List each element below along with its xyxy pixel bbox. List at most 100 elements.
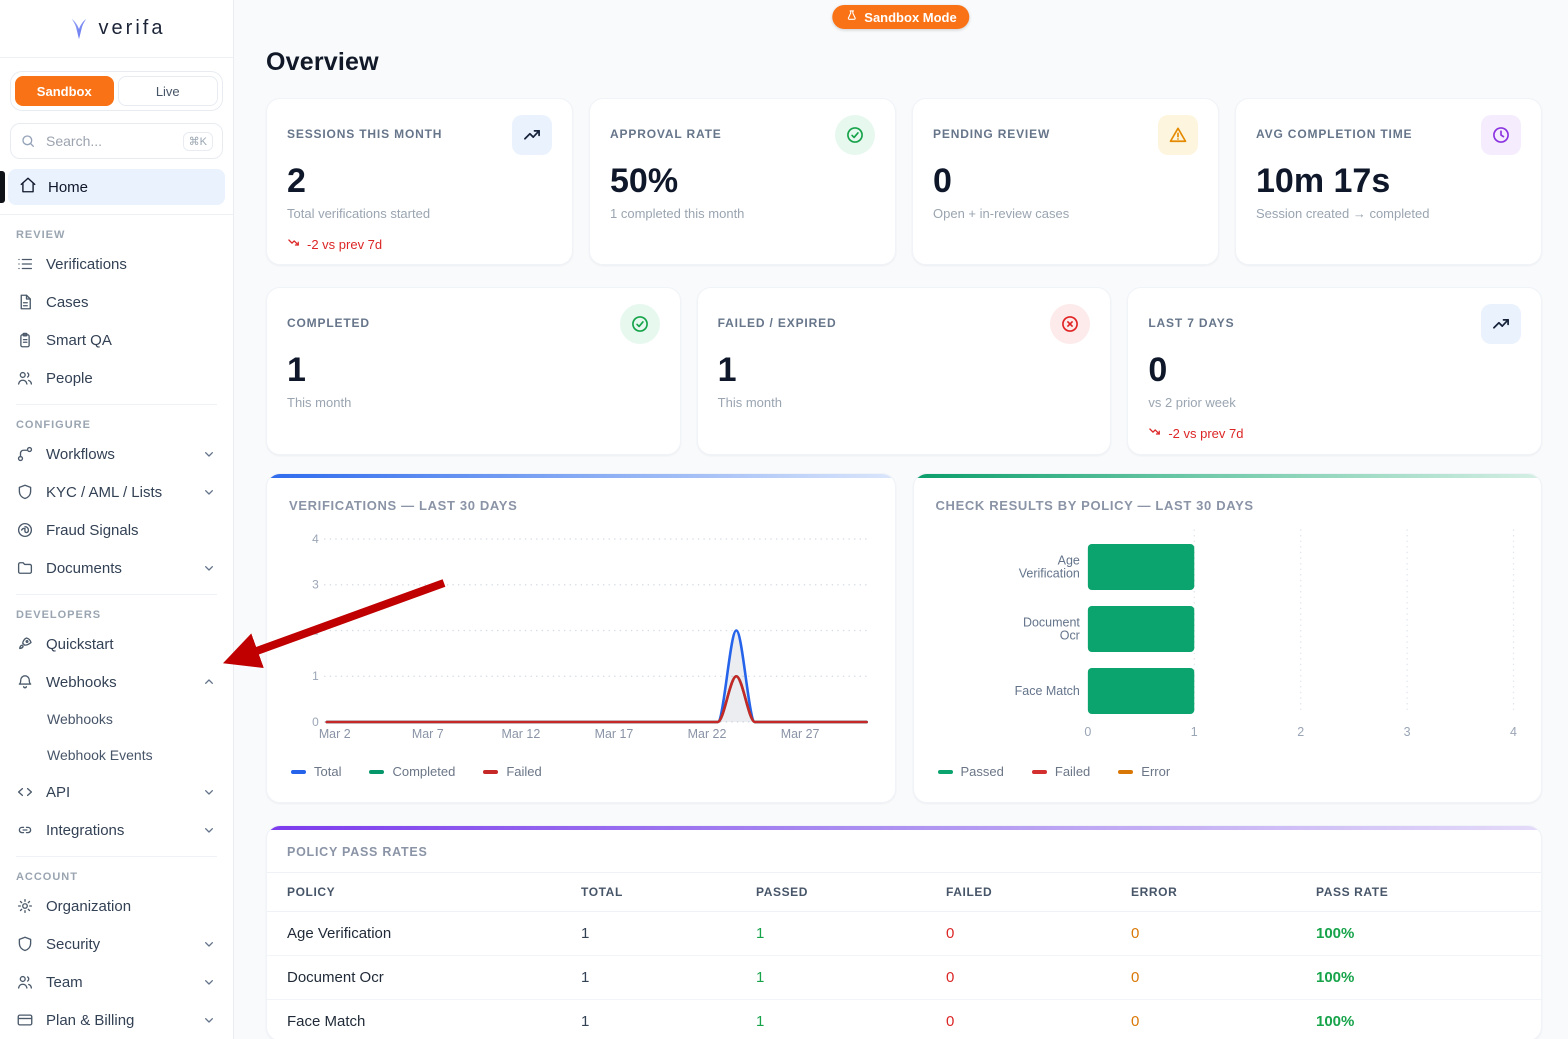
section-label-review: REVIEW	[16, 229, 66, 241]
svg-text:2: 2	[1297, 725, 1304, 739]
svg-text:1: 1	[312, 669, 319, 683]
check-circle-icon	[619, 304, 660, 344]
workflow-icon	[16, 445, 34, 463]
sidebar-item-home[interactable]: Home	[0, 169, 225, 205]
brand: verifa	[0, 0, 233, 58]
chevron-down-icon	[201, 974, 217, 990]
search-box[interactable]: ⌘K	[10, 123, 223, 159]
svg-text:4: 4	[312, 532, 319, 546]
stat-card-approval-rate: APPROVAL RATE 50% 1 completed this month	[589, 98, 896, 265]
svg-text:Mar 7: Mar 7	[412, 727, 444, 741]
legend-item: Completed	[369, 764, 455, 779]
legend-item: Total	[291, 764, 341, 779]
sidebar-subitem-webhooks[interactable]: Webhooks	[0, 701, 233, 737]
svg-text:DocumentOcr: Document Ocr	[1022, 615, 1079, 642]
check-circle-icon	[835, 115, 875, 155]
brand-name: verifa	[98, 17, 166, 39]
clipboard-icon	[16, 331, 34, 349]
table-row: Face Match 1 1 0 0 100%	[267, 999, 1541, 1039]
delta-badge: -2 vs prev 7d	[287, 235, 552, 253]
card-accent-bar	[267, 826, 1541, 830]
table-row: Age Verification 1 1 0 0 100%	[267, 911, 1541, 956]
stat-card-pending-review: PENDING REVIEW 0 Open + in-review cases	[912, 98, 1219, 265]
sidebar: verifa Sandbox Live ⌘K Home REVIEW Verif…	[0, 0, 234, 1039]
svg-text:3: 3	[312, 578, 319, 592]
sandbox-toggle-button[interactable]: Sandbox	[15, 76, 114, 106]
sidebar-item-fraud-signals[interactable]: Fraud Signals	[0, 511, 233, 549]
live-toggle-button[interactable]: Live	[117, 76, 218, 106]
policy-pass-rates-card: POLICY PASS RATES POLICY TOTAL PASSED FA…	[266, 825, 1542, 1039]
stats-row-1: SESSIONS THIS MONTH 2 Total verification…	[266, 98, 1542, 265]
chevron-down-icon	[201, 1012, 217, 1028]
svg-text:1: 1	[1190, 725, 1197, 739]
x-circle-icon	[1050, 304, 1091, 344]
bell-icon	[16, 673, 34, 691]
stat-card-failed-expired: FAILED / EXPIRED 1 This month	[696, 287, 1112, 455]
chevron-down-icon	[201, 484, 217, 500]
sidebar-item-team[interactable]: Team	[0, 963, 233, 1001]
divider	[16, 856, 217, 857]
page-title: Overview	[266, 48, 379, 76]
line-chart: 01234Mar 2 Mar 7 Mar 12 Mar 17 Mar 22 Mar 27	[312, 532, 870, 741]
stat-card-avg-completion-time: AVG COMPLETION TIME 10m 17s Session crea…	[1235, 98, 1542, 265]
svg-text:Mar 12: Mar 12	[502, 727, 541, 741]
app-root: verifa Sandbox Live ⌘K Home REVIEW Verif…	[0, 0, 1568, 1039]
trending-down-icon	[1148, 424, 1163, 442]
credit-card-icon	[16, 1011, 34, 1029]
sidebar-item-cases[interactable]: Cases	[0, 283, 233, 321]
svg-text:AgeVerification: Age Verification	[1018, 553, 1079, 580]
code-icon	[16, 783, 34, 801]
sidebar-item-security[interactable]: Security	[0, 925, 233, 963]
charts-row: VERIFICATIONS — LAST 30 DAYS 0 1 2 3 4 Mar 2 M…	[266, 473, 1542, 803]
home-icon	[19, 176, 37, 199]
svg-text:Face Match: Face Match	[1014, 684, 1079, 698]
sidebar-item-smart-qa[interactable]: Smart QA	[0, 321, 233, 359]
policy-pass-rates-table: POLICY TOTAL PASSED FAILED ERROR PASS RA…	[267, 873, 1541, 1039]
svg-text:3: 3	[1403, 725, 1410, 739]
sandbox-mode-badge: Sandbox Mode	[832, 5, 970, 29]
table-header-row: POLICY TOTAL PASSED FAILED ERROR PASS RA…	[267, 873, 1541, 912]
stat-card-completed: COMPLETED 1 This month	[266, 287, 681, 455]
sidebar-item-people[interactable]: People	[0, 359, 233, 397]
file-icon	[16, 293, 34, 311]
verifications-line-chart-card: VERIFICATIONS — LAST 30 DAYS 0 1 2 3 4 Mar 2M…	[266, 473, 896, 803]
alert-triangle-icon	[1158, 115, 1198, 155]
svg-text:Mar 17: Mar 17	[595, 727, 634, 741]
sidebar-item-label: Home	[48, 178, 89, 196]
chevron-down-icon	[201, 784, 217, 800]
list-icon	[16, 255, 34, 273]
sidebar-item-plan-billing[interactable]: Plan & Billing	[0, 1001, 233, 1039]
search-input[interactable]	[44, 132, 175, 150]
users-icon	[16, 973, 34, 991]
gear-icon	[16, 897, 34, 915]
sidebar-item-documents[interactable]: Documents	[0, 549, 233, 587]
rocket-icon	[16, 635, 34, 653]
divider	[0, 214, 233, 215]
legend-item: Error	[1118, 764, 1170, 779]
main-content: Sandbox Mode Overview SESSIONS THIS MONT…	[234, 0, 1568, 1039]
trending-up-icon	[1480, 304, 1521, 344]
sidebar-item-workflows[interactable]: Workflows	[0, 435, 233, 473]
shield-icon	[16, 483, 34, 501]
svg-text:2: 2	[312, 623, 319, 637]
stat-card-last-7-days: LAST 7 DAYS 0 vs 2 prior week -2 vs prev…	[1127, 287, 1542, 455]
verifa-logo-icon	[68, 16, 90, 42]
sidebar-item-api[interactable]: API	[0, 773, 233, 811]
svg-text:Mar 27: Mar 27	[781, 727, 820, 741]
shield-icon	[16, 935, 34, 953]
flask-icon	[845, 9, 858, 25]
clock-icon	[1481, 115, 1521, 155]
sidebar-item-integrations[interactable]: Integrations	[0, 811, 233, 849]
divider	[16, 404, 217, 405]
legend-item: Failed	[483, 764, 542, 779]
sidebar-item-verifications[interactable]: Verifications	[0, 245, 233, 283]
sidebar-item-organization[interactable]: Organization	[0, 887, 233, 925]
divider	[16, 594, 217, 595]
sidebar-subitem-webhook-events[interactable]: Webhook Events	[0, 737, 233, 773]
chart-title: CHECK RESULTS BY POLICY — LAST 30 DAYS	[935, 498, 1254, 513]
sidebar-item-webhooks[interactable]: Webhooks	[0, 663, 233, 701]
search-shortcut-badge: ⌘K	[182, 131, 213, 151]
sidebar-item-quickstart[interactable]: Quickstart	[0, 625, 233, 663]
sidebar-item-kyc-aml-lists[interactable]: KYC / AML / Lists	[0, 473, 233, 511]
section-label-account: ACCOUNT	[16, 871, 78, 883]
